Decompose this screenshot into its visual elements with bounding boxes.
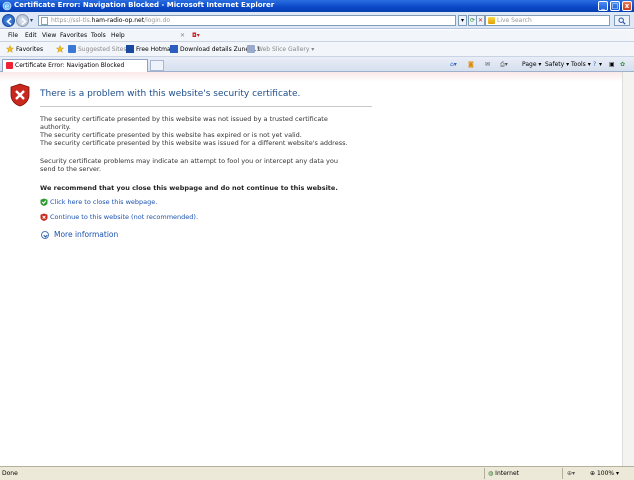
- continue-to-website-link[interactable]: Continue to this website (not recommende…: [50, 213, 198, 221]
- globe-icon: ◍: [488, 470, 494, 477]
- new-tab-button[interactable]: [150, 60, 164, 71]
- recent-pages-dropdown-icon[interactable]: ▾: [30, 17, 33, 24]
- page-title: There is a problem with this website's s…: [40, 89, 301, 99]
- page-content: There is a problem with this website's s…: [0, 72, 634, 466]
- recommendation-text: We recommend that you close this webpage…: [40, 184, 338, 192]
- zoom-magnifier-icon: ⊕: [590, 470, 596, 477]
- zoom-dropdown-icon: ▾: [616, 470, 620, 477]
- address-toolbar: ▾ https://ssl-tls.ham-radio-op.net/login…: [0, 12, 634, 29]
- green-shield-check-icon: [40, 198, 48, 206]
- messenger-icon[interactable]: ✿: [620, 61, 625, 68]
- star-icon: [6, 45, 14, 53]
- tab-bar: Certificate Error: Navigation Blocked ⌂▾…: [0, 57, 634, 72]
- page-menu[interactable]: Page ▾: [522, 61, 541, 68]
- status-bar: Done ◍ Internet ⊕▾ ⊕ 100% ▾: [0, 466, 634, 480]
- menu-favorites[interactable]: Favorites: [60, 32, 87, 39]
- arrow-right-icon: [21, 17, 27, 26]
- menu-edit[interactable]: Edit: [25, 32, 37, 39]
- status-separator: [484, 468, 485, 479]
- title-bar: e Certificate Error: Navigation Blocked …: [0, 0, 634, 12]
- minimize-button[interactable]: _: [598, 1, 608, 11]
- free-hotmail-link[interactable]: Free Hotmail: [126, 45, 174, 53]
- svg-text:e: e: [5, 3, 9, 11]
- suggested-sites-icon: [68, 45, 76, 53]
- addon-icon[interactable]: ◘▾: [192, 32, 200, 39]
- vertical-scrollbar[interactable]: [622, 72, 634, 466]
- close-tab-icon[interactable]: ✕: [180, 32, 185, 39]
- red-shield-x-icon: [40, 213, 48, 221]
- address-input[interactable]: https://ssl-tls.ham-radio-op.net/login.d…: [38, 15, 456, 26]
- menu-view[interactable]: View: [42, 32, 56, 39]
- close-webpage-link[interactable]: Click here to close this webpage.: [50, 198, 157, 206]
- close-window-button[interactable]: x: [622, 1, 632, 11]
- menu-help[interactable]: Help: [111, 32, 125, 39]
- research-icon[interactable]: ▣: [609, 61, 615, 68]
- search-placeholder: Live Search: [497, 17, 532, 24]
- web-slice-icon: [247, 45, 255, 53]
- window-title: Certificate Error: Navigation Blocked - …: [14, 1, 275, 9]
- menu-bar: File Edit View Favorites Tools Help ✕ ◘▾: [0, 30, 634, 42]
- status-separator: [562, 468, 563, 479]
- arrow-left-icon: [6, 17, 12, 26]
- expand-chevron-icon[interactable]: [41, 231, 49, 239]
- search-button[interactable]: [614, 15, 630, 26]
- print-icon[interactable]: ⎙▾: [500, 61, 508, 69]
- web-slice-gallery-link[interactable]: Web Slice Gallery ▾: [247, 45, 314, 53]
- magnifier-icon: [618, 17, 626, 25]
- certificate-error-tab-icon: [6, 62, 13, 69]
- help-icon[interactable]: ?: [593, 61, 596, 68]
- address-url: https://ssl-tls.ham-radio-op.net/login.d…: [51, 17, 171, 24]
- tools-menu[interactable]: Tools ▾: [571, 61, 591, 68]
- warning-text: Security certificate problems may indica…: [40, 157, 338, 173]
- feeds-icon[interactable]: ◙: [468, 61, 474, 68]
- read-mail-icon[interactable]: ✉: [485, 61, 490, 68]
- favorites-button[interactable]: Favorites: [6, 45, 43, 53]
- back-button[interactable]: [2, 14, 15, 27]
- hotmail-icon: [126, 45, 134, 53]
- stop-icon[interactable]: ✕: [476, 15, 485, 26]
- tab-certificate-error[interactable]: Certificate Error: Navigation Blocked: [2, 59, 148, 72]
- home-icon[interactable]: ⌂▾: [450, 61, 457, 68]
- menu-file[interactable]: File: [8, 32, 18, 39]
- add-to-favorites-icon[interactable]: [56, 45, 64, 53]
- status-text: Done: [2, 470, 18, 477]
- add-favorite-star-icon: [56, 45, 64, 53]
- favorites-bar: Favorites Suggested Sites ▾ Free Hotmail…: [0, 42, 634, 57]
- shield-error-icon: [10, 83, 30, 107]
- security-zone[interactable]: ◍ Internet: [488, 470, 519, 477]
- tab-label: Certificate Error: Navigation Blocked: [15, 62, 125, 69]
- help-menu[interactable]: ▾: [599, 61, 602, 68]
- safety-menu[interactable]: Safety ▾: [545, 61, 569, 68]
- certificate-issues-text: The security certificate presented by th…: [40, 115, 348, 147]
- menu-tools[interactable]: Tools: [91, 32, 106, 39]
- suggested-sites-link[interactable]: Suggested Sites ▾: [68, 45, 131, 53]
- page-icon: [41, 17, 48, 25]
- divider: [40, 106, 372, 107]
- msn-icon: [170, 45, 178, 53]
- search-input[interactable]: Live Search: [485, 15, 610, 26]
- more-information-link[interactable]: More information: [54, 230, 118, 239]
- maximize-button[interactable]: □: [610, 1, 620, 11]
- protected-mode-icon[interactable]: ⊕▾: [567, 470, 575, 477]
- zoom-control[interactable]: ⊕ 100% ▾: [590, 470, 619, 477]
- forward-button[interactable]: [16, 14, 29, 27]
- ie-logo-icon: e: [2, 1, 12, 11]
- address-dropdown-icon[interactable]: ▾: [458, 15, 467, 26]
- live-search-icon: [488, 17, 495, 24]
